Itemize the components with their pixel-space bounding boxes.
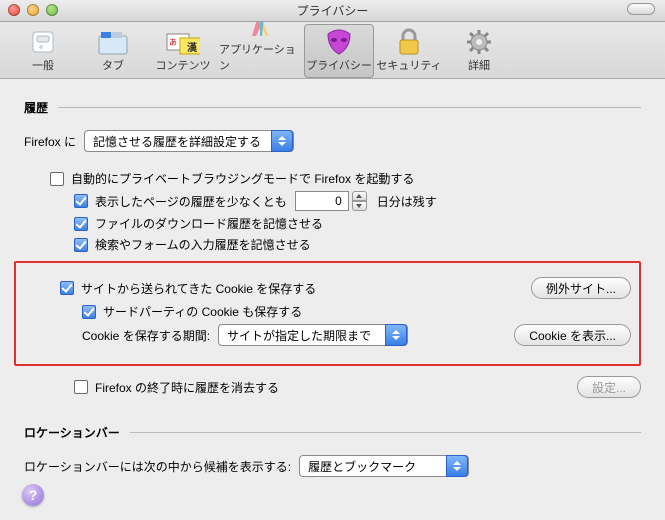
divider	[58, 107, 641, 108]
svg-text:漢: 漢	[187, 41, 198, 54]
zoom-icon[interactable]	[46, 4, 58, 16]
accept-cookies-row: サイトから送られてきた Cookie を保存する 例外サイト...	[24, 277, 631, 299]
tab-label: プライバシー	[306, 57, 372, 73]
tab-tabs[interactable]: タブ	[78, 24, 148, 78]
window-title: プライバシー	[297, 2, 369, 19]
tab-label: タブ	[102, 57, 124, 73]
downloads-row: ファイルのダウンロード履歴を記憶させる	[24, 215, 641, 232]
select-value: サイトが指定した期限まで	[227, 327, 371, 344]
chevron-updown-icon	[446, 455, 468, 477]
titlebar: プライバシー	[0, 0, 665, 22]
select-value: 履歴とブックマーク	[308, 458, 416, 475]
tab-label: セキュリティ	[376, 57, 441, 73]
pages-history-row: 表示したページの履歴を少なくとも 日分は残す	[24, 191, 641, 211]
help-button[interactable]: ?	[22, 484, 44, 506]
tab-content[interactable]: あ漢 コンテンツ	[148, 24, 218, 78]
tab-applications[interactable]: アプリケーション	[218, 24, 304, 78]
forms-row: 検索やフォームの入力履歴を記憶させる	[24, 236, 641, 253]
lock-icon	[396, 26, 422, 56]
keep-cookies-select[interactable]: サイトが指定した期限まで	[218, 324, 408, 346]
stepper-up[interactable]	[352, 191, 367, 201]
mask-icon	[324, 26, 354, 56]
keep-cookies-row: Cookie を保存する期間: サイトが指定した期限まで Cookie を表示.…	[24, 324, 631, 346]
gear-icon	[465, 27, 493, 56]
help-icon: ?	[29, 487, 38, 503]
toolbar: 一般 タブ あ漢 コンテンツ アプリケーション プライバシー セキュリティ 詳	[0, 22, 665, 79]
locationbar-select[interactable]: 履歴とブックマーク	[299, 455, 469, 477]
tab-label: アプリケーション	[219, 41, 303, 73]
section-history: 履歴	[24, 99, 641, 116]
locationbar-label: ロケーションバーには次の中から候補を表示する:	[24, 458, 291, 475]
history-mode-select[interactable]: 記憶させる履歴を詳細設定する	[84, 130, 294, 152]
downloads-checkbox[interactable]	[74, 217, 88, 231]
pages-days-input[interactable]	[295, 191, 349, 211]
chevron-updown-icon	[271, 130, 293, 152]
content-area: 履歴 Firefox に 記憶させる履歴を詳細設定する 自動的にプライベートブラ…	[0, 79, 665, 493]
accept-cookies-label: サイトから送られてきた Cookie を保存する	[81, 280, 316, 297]
auto-private-row: 自動的にプライベートブラウジングモードで Firefox を起動する	[24, 170, 641, 187]
chevron-updown-icon	[385, 324, 407, 346]
exceptions-button[interactable]: 例外サイト...	[531, 277, 631, 299]
tabs-icon	[97, 27, 129, 56]
forms-label: 検索やフォームの入力履歴を記憶させる	[95, 236, 311, 253]
close-icon[interactable]	[8, 4, 20, 16]
clear-on-close-checkbox[interactable]	[74, 380, 88, 394]
forms-checkbox[interactable]	[74, 238, 88, 252]
tab-general[interactable]: 一般	[8, 24, 78, 78]
cookies-group: サイトから送られてきた Cookie を保存する 例外サイト... サードパーテ…	[14, 261, 641, 366]
clear-settings-button: 設定...	[577, 376, 641, 398]
pages-history-checkbox[interactable]	[74, 194, 88, 208]
accept-cookies-checkbox[interactable]	[60, 281, 74, 295]
keep-cookies-label: Cookie を保存する期間:	[82, 327, 210, 344]
svg-text:あ: あ	[169, 38, 177, 47]
third-party-row: サードパーティの Cookie も保存する	[24, 303, 631, 320]
history-mode-label: Firefox に	[24, 133, 76, 150]
tab-label: コンテンツ	[156, 57, 211, 73]
tab-label: 詳細	[468, 57, 490, 73]
switch-icon	[29, 27, 57, 56]
show-cookies-button[interactable]: Cookie を表示...	[514, 324, 631, 346]
section-title: ロケーションバー	[24, 424, 130, 441]
third-party-checkbox[interactable]	[82, 305, 96, 319]
tab-privacy[interactable]: プライバシー	[304, 24, 374, 78]
content-icon: あ漢	[166, 27, 200, 56]
auto-private-label: 自動的にプライベートブラウジングモードで Firefox を起動する	[71, 170, 414, 187]
select-value: 記憶させる履歴を詳細設定する	[93, 133, 261, 150]
pages-history-label-pre: 表示したページの履歴を少なくとも	[95, 193, 287, 210]
auto-private-checkbox[interactable]	[50, 172, 64, 186]
clear-on-close-row: Firefox の終了時に履歴を消去する 設定...	[24, 376, 641, 398]
pages-history-label-post: 日分は残す	[377, 193, 437, 210]
history-mode-row: Firefox に 記憶させる履歴を詳細設定する	[24, 130, 641, 152]
section-title: 履歴	[24, 99, 58, 116]
tab-label: 一般	[32, 57, 54, 73]
locationbar-row: ロケーションバーには次の中から候補を表示する: 履歴とブックマーク	[24, 455, 641, 477]
toolbar-toggle-button[interactable]	[627, 3, 655, 15]
section-locationbar: ロケーションバー	[24, 424, 641, 441]
window-controls	[8, 4, 58, 16]
clear-on-close-label: Firefox の終了時に履歴を消去する	[95, 379, 279, 396]
tab-security[interactable]: セキュリティ	[374, 24, 444, 78]
minimize-icon[interactable]	[27, 4, 39, 16]
stepper-down[interactable]	[352, 201, 367, 211]
divider	[130, 432, 641, 433]
third-party-label: サードパーティの Cookie も保存する	[103, 303, 302, 320]
tab-advanced[interactable]: 詳細	[444, 24, 514, 78]
downloads-label: ファイルのダウンロード履歴を記憶させる	[95, 215, 323, 232]
